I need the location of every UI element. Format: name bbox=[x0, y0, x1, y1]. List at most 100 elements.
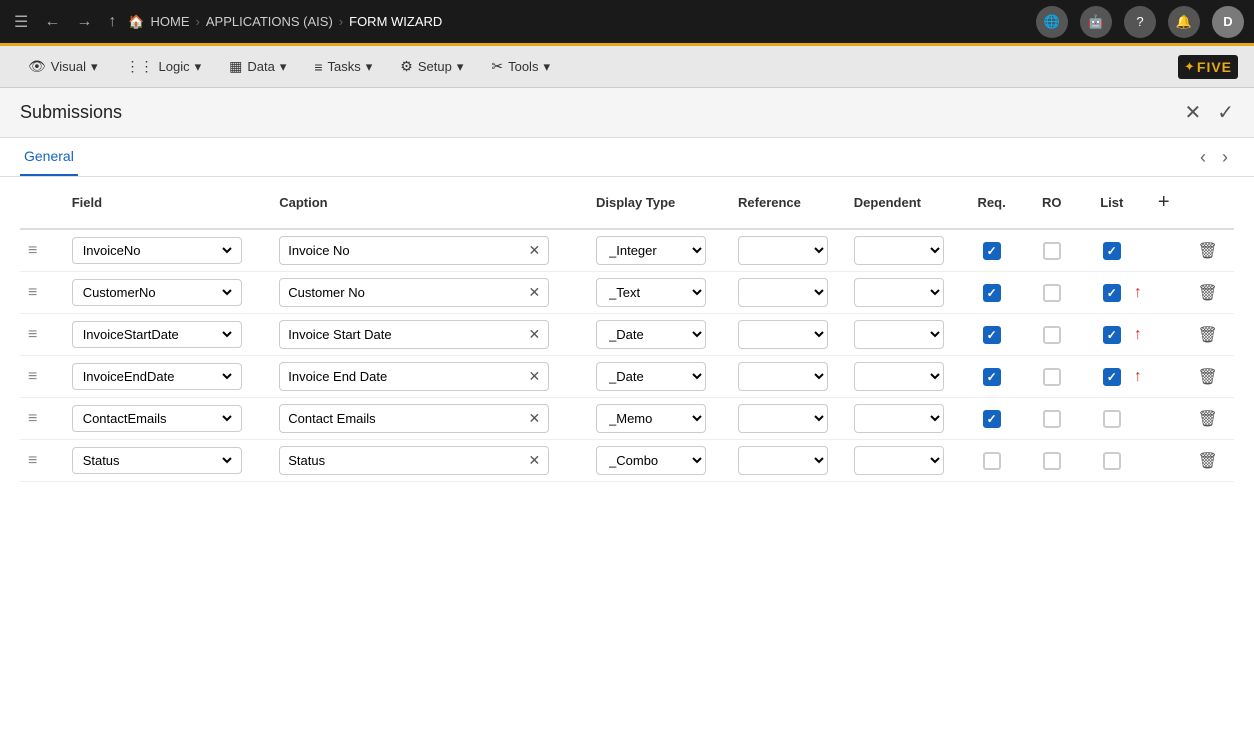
forward-icon[interactable]: → bbox=[72, 9, 96, 35]
req-checkbox[interactable]: ✓ bbox=[983, 326, 1001, 344]
field-select[interactable]: InvoiceNoCustomerNoInvoiceStartDateInvoi… bbox=[72, 363, 242, 390]
help-icon[interactable]: ? bbox=[1124, 6, 1156, 38]
support-icon[interactable]: 🌐 bbox=[1036, 6, 1068, 38]
field-dropdown[interactable]: InvoiceNoCustomerNoInvoiceStartDateInvoi… bbox=[79, 452, 235, 469]
dependent-select[interactable] bbox=[854, 362, 944, 391]
reference-select[interactable] bbox=[738, 320, 828, 349]
list-checkbox[interactable] bbox=[1103, 410, 1121, 428]
field-select[interactable]: InvoiceNoCustomerNoInvoiceStartDateInvoi… bbox=[72, 279, 242, 306]
caption-input[interactable] bbox=[280, 405, 520, 432]
field-dropdown[interactable]: InvoiceNoCustomerNoInvoiceStartDateInvoi… bbox=[79, 368, 235, 385]
drag-handle[interactable]: ≡ bbox=[28, 326, 37, 343]
ro-checkbox[interactable] bbox=[1043, 326, 1061, 344]
caption-clear-button[interactable]: ✕ bbox=[521, 406, 549, 431]
caption-input[interactable] bbox=[280, 237, 520, 264]
caption-clear-button[interactable]: ✕ bbox=[521, 364, 549, 389]
back-icon[interactable]: ← bbox=[40, 9, 64, 35]
confirm-button[interactable]: ✓ bbox=[1217, 100, 1234, 125]
field-select[interactable]: InvoiceNoCustomerNoInvoiceStartDateInvoi… bbox=[72, 447, 242, 474]
up-icon[interactable]: ↑ bbox=[104, 9, 120, 35]
dependent-select[interactable] bbox=[854, 404, 944, 433]
delete-row-button[interactable]: 🗑 bbox=[1194, 405, 1222, 433]
nav-item-setup[interactable]: ⚙ Setup ▾ bbox=[388, 52, 475, 81]
req-checkbox[interactable]: ✓ bbox=[983, 410, 1001, 428]
req-checkbox[interactable] bbox=[983, 452, 1001, 470]
ro-checkbox[interactable] bbox=[1043, 284, 1061, 302]
req-checkbox[interactable]: ✓ bbox=[983, 284, 1001, 302]
bot-icon[interactable]: 🤖 bbox=[1080, 6, 1112, 38]
nav-right: 🌐 🤖 ? 🔔 D bbox=[1036, 6, 1244, 38]
nav-item-tasks[interactable]: ≡ Tasks ▾ bbox=[302, 53, 384, 81]
nav-item-data[interactable]: ▦ Data ▾ bbox=[217, 52, 298, 81]
display-type-select[interactable]: _Integer_Text_Date_Memo_Combo_Lookup_Che… bbox=[596, 446, 706, 475]
list-checkbox[interactable]: ✓ bbox=[1103, 368, 1121, 386]
tab-next-button[interactable]: › bbox=[1216, 143, 1234, 172]
ro-checkbox[interactable] bbox=[1043, 242, 1061, 260]
caption-input[interactable] bbox=[280, 363, 520, 390]
breadcrumb-ais[interactable]: APPLICATIONS (AIS) bbox=[206, 14, 333, 29]
caption-clear-button[interactable]: ✕ bbox=[521, 238, 549, 263]
user-avatar[interactable]: D bbox=[1212, 6, 1244, 38]
field-dropdown[interactable]: InvoiceNoCustomerNoInvoiceStartDateInvoi… bbox=[79, 410, 235, 427]
list-checkbox[interactable]: ✓ bbox=[1103, 326, 1121, 344]
delete-row-button[interactable]: 🗑 bbox=[1194, 279, 1222, 307]
dependent-select[interactable] bbox=[854, 236, 944, 265]
reference-select[interactable] bbox=[738, 236, 828, 265]
table-row: ≡ InvoiceNoCustomerNoInvoiceStartDateInv… bbox=[20, 356, 1234, 398]
req-checkbox[interactable]: ✓ bbox=[983, 368, 1001, 386]
drag-handle[interactable]: ≡ bbox=[28, 410, 37, 427]
delete-row-button[interactable]: 🗑 bbox=[1194, 321, 1222, 349]
ro-checkbox[interactable] bbox=[1043, 410, 1061, 428]
nav-item-visual[interactable]: 👁 Visual ▾ bbox=[16, 52, 110, 81]
caption-input[interactable] bbox=[280, 279, 520, 306]
field-dropdown[interactable]: InvoiceNoCustomerNoInvoiceStartDateInvoi… bbox=[79, 242, 235, 259]
field-select[interactable]: InvoiceNoCustomerNoInvoiceStartDateInvoi… bbox=[72, 237, 242, 264]
caption-clear-button[interactable]: ✕ bbox=[521, 280, 549, 305]
ro-checkbox[interactable] bbox=[1043, 452, 1061, 470]
notifications-icon[interactable]: 🔔 bbox=[1168, 6, 1200, 38]
reference-select[interactable] bbox=[738, 278, 828, 307]
display-type-select[interactable]: _Integer_Text_Date_Memo_Combo_Lookup_Che… bbox=[596, 362, 706, 391]
display-type-select[interactable]: _Integer_Text_Date_Memo_Combo_Lookup_Che… bbox=[596, 278, 706, 307]
display-type-select[interactable]: _Integer_Text_Date_Memo_Combo_Lookup_Che… bbox=[596, 404, 706, 433]
reference-select[interactable] bbox=[738, 446, 828, 475]
dependent-select[interactable] bbox=[854, 446, 944, 475]
caption-input[interactable] bbox=[280, 447, 520, 474]
field-select[interactable]: InvoiceNoCustomerNoInvoiceStartDateInvoi… bbox=[72, 321, 242, 348]
ro-checkbox-wrap bbox=[1030, 242, 1074, 260]
panel-header: Submissions ✕ ✓ bbox=[0, 88, 1254, 138]
delete-row-button[interactable]: 🗑 bbox=[1194, 237, 1222, 265]
tab-general[interactable]: General bbox=[20, 138, 78, 176]
caption-clear-button[interactable]: ✕ bbox=[521, 322, 549, 347]
drag-handle[interactable]: ≡ bbox=[28, 284, 37, 301]
caption-clear-button[interactable]: ✕ bbox=[521, 448, 549, 473]
add-row-button[interactable]: + bbox=[1152, 187, 1176, 218]
nav-item-tools[interactable]: ✂ Tools ▾ bbox=[479, 52, 562, 81]
field-select[interactable]: InvoiceNoCustomerNoInvoiceStartDateInvoi… bbox=[72, 405, 242, 432]
close-button[interactable]: ✕ bbox=[1184, 100, 1201, 125]
delete-row-button[interactable]: 🗑 bbox=[1194, 447, 1222, 475]
drag-handle[interactable]: ≡ bbox=[28, 242, 37, 259]
display-type-select[interactable]: _Integer_Text_Date_Memo_Combo_Lookup_Che… bbox=[596, 320, 706, 349]
req-checkbox[interactable]: ✓ bbox=[983, 242, 1001, 260]
reference-select[interactable] bbox=[738, 362, 828, 391]
delete-row-button[interactable]: 🗑 bbox=[1194, 363, 1222, 391]
drag-handle[interactable]: ≡ bbox=[28, 368, 37, 385]
nav-item-logic[interactable]: ⋮⋮ Logic ▾ bbox=[114, 52, 214, 81]
field-dropdown[interactable]: InvoiceNoCustomerNoInvoiceStartDateInvoi… bbox=[79, 326, 235, 343]
list-checkbox[interactable]: ✓ bbox=[1103, 284, 1121, 302]
caption-input[interactable] bbox=[280, 321, 520, 348]
dependent-select[interactable] bbox=[854, 320, 944, 349]
hamburger-icon[interactable]: ☰ bbox=[10, 8, 32, 36]
dependent-select[interactable] bbox=[854, 278, 944, 307]
top-nav: ☰ ← → ↑ 🏠 HOME › APPLICATIONS (AIS) › FO… bbox=[0, 0, 1254, 46]
field-dropdown[interactable]: InvoiceNoCustomerNoInvoiceStartDateInvoi… bbox=[79, 284, 235, 301]
drag-handle[interactable]: ≡ bbox=[28, 452, 37, 469]
list-checkbox[interactable] bbox=[1103, 452, 1121, 470]
tab-prev-button[interactable]: ‹ bbox=[1194, 143, 1212, 172]
display-type-select[interactable]: _Integer_Text_Date_Memo_Combo_Lookup_Che… bbox=[596, 236, 706, 265]
ro-checkbox[interactable] bbox=[1043, 368, 1061, 386]
breadcrumb-home[interactable]: HOME bbox=[151, 14, 190, 29]
list-checkbox[interactable]: ✓ bbox=[1103, 242, 1121, 260]
reference-select[interactable] bbox=[738, 404, 828, 433]
